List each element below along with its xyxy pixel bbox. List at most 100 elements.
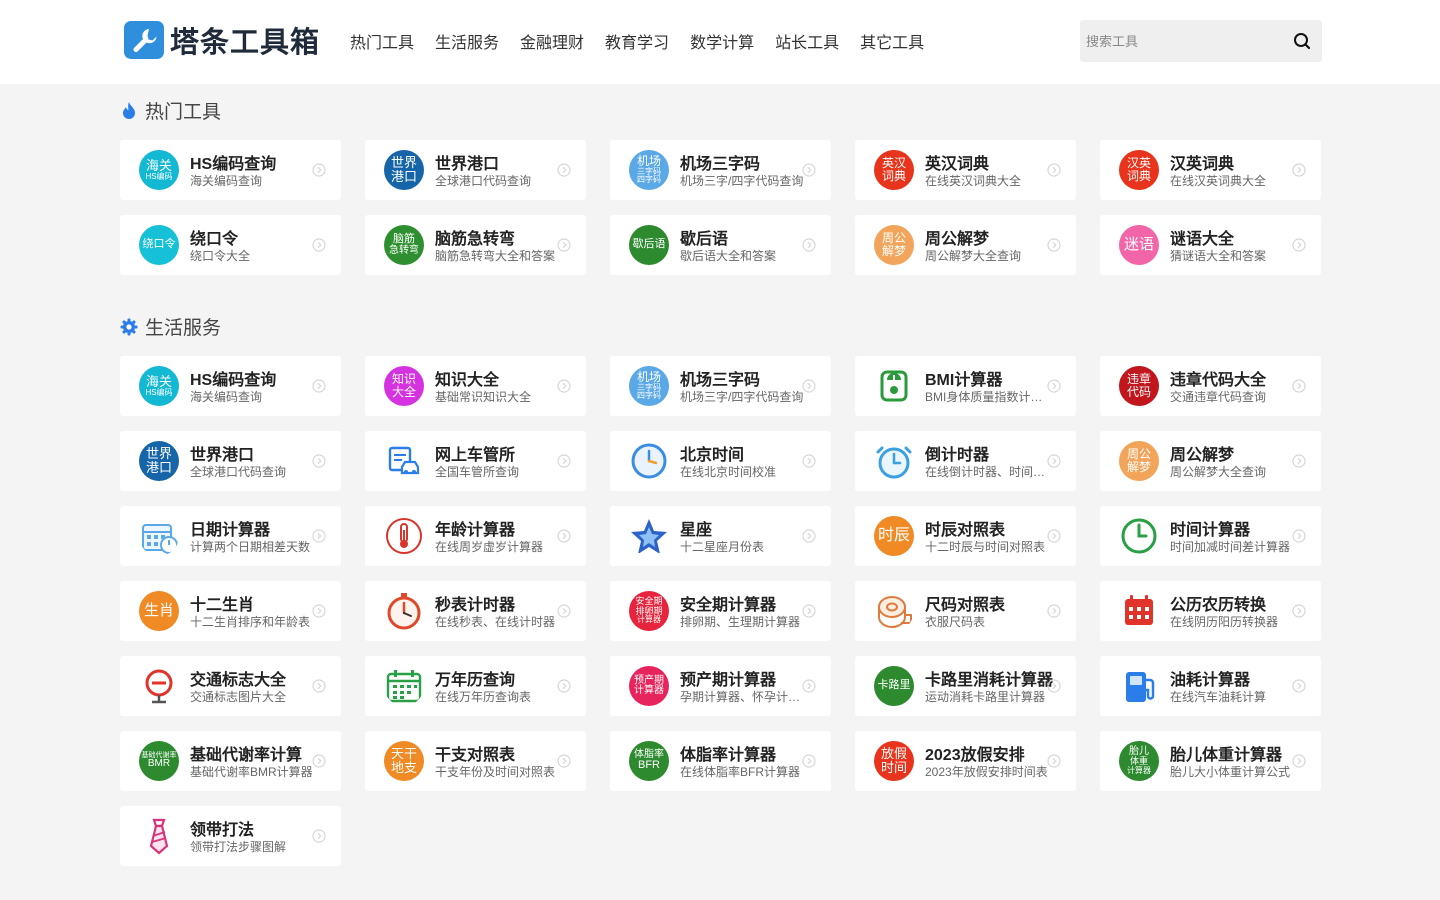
section-title-text: 热门工具 (145, 102, 222, 123)
nav-item-webmaster[interactable]: 站长工具 (775, 29, 839, 53)
tool-title: 油耗计算器 (1170, 672, 1251, 689)
tool-card[interactable]: 安全期 排卵期 计算器 安全期计算器 排卵期、生理期计算器 (610, 581, 831, 641)
tool-badge-icon: 违章 代码 (1119, 366, 1159, 406)
chevron-right-icon (557, 604, 571, 618)
site-logo[interactable]: 塔条工具箱 (124, 20, 320, 60)
tool-card[interactable]: 时辰 时辰对照表 十二时辰与时间对照表 (855, 506, 1076, 566)
tool-title: 领带打法 (190, 822, 255, 839)
badge-text: 解梦 (1126, 460, 1151, 474)
section-title-hot: 热门工具 (120, 97, 221, 124)
star-icon (629, 516, 669, 556)
tool-title: 机场三字码 (680, 372, 761, 389)
tool-title: 安全期计算器 (680, 597, 777, 614)
tool-card[interactable]: 北京时间 在线北京时间校准 (610, 431, 831, 491)
tool-card[interactable]: 放假 时间 2023放假安排 2023年放假安排时间表 (855, 731, 1076, 791)
chevron-right-icon (1047, 754, 1061, 768)
tool-badge-icon: 预产期 计算器 (629, 666, 669, 706)
tool-card[interactable]: 违章 代码 违章代码大全 交通违章代码查询 (1100, 356, 1321, 416)
tie-icon (139, 816, 179, 856)
tool-card[interactable]: 基础代谢率 BMR 基础代谢率计算 基础代谢率BMR计算器 (120, 731, 341, 791)
tool-description: 领带打法步骤图解 (190, 840, 287, 854)
tool-badge-icon: 绕口令 (139, 225, 179, 265)
tool-card[interactable]: 万年历查询 在线万年历查询表 (365, 656, 586, 716)
tool-card[interactable]: 时间计算器 时间加减时间差计算器 (1100, 506, 1321, 566)
tool-title: 卡路里消耗计算器 (925, 672, 1054, 689)
tool-card[interactable]: 生肖 十二生肖 十二生肖排序和年龄表 (120, 581, 341, 641)
nav-item-math[interactable]: 数学计算 (690, 29, 754, 53)
search-icon[interactable] (1292, 31, 1312, 51)
tool-card[interactable]: BMI计算器 BMI身体质量指数计算器 (855, 356, 1076, 416)
tool-badge-icon: 知识 大全 (384, 366, 424, 406)
gear-icon (120, 318, 138, 335)
tool-description: 交通标志图片大全 (190, 690, 287, 704)
thermometer-icon (384, 516, 424, 556)
tool-card[interactable]: 预产期 计算器 预产期计算器 孕期计算器、怀孕计算器 (610, 656, 831, 716)
tool-description: 干支年份及时间对照表 (435, 765, 556, 779)
tool-card[interactable]: 汉英 词典 汉英词典 在线汉英词典大全 (1100, 140, 1321, 200)
nav-item-life[interactable]: 生活服务 (435, 29, 499, 53)
badge-text: 海关 (145, 373, 172, 389)
tool-description: 机场三字/四字代码查询 (680, 390, 804, 404)
flame-icon (123, 101, 135, 119)
tool-description: 绕口令大全 (190, 249, 251, 263)
tool-card[interactable]: 歇后语 歇后语 歇后语大全和答案 (610, 215, 831, 275)
alarm-icon (874, 441, 914, 481)
tool-card[interactable]: 脑筋 急转弯 脑筋急转弯 脑筋急转弯大全和答案 (365, 215, 586, 275)
tool-card[interactable]: 胎儿 体重 计算器 胎儿体重计算器 胎儿大小体重计算公式 (1100, 731, 1321, 791)
badge-text: 港口 (145, 460, 172, 475)
badge-text: 地支 (390, 760, 417, 775)
search-input[interactable] (1080, 20, 1282, 62)
chevron-right-icon (1047, 379, 1061, 393)
chevron-right-icon (557, 379, 571, 393)
chevron-right-icon (802, 529, 816, 543)
tool-title: 体脂率计算器 (680, 747, 777, 764)
tool-description: 十二时辰与时间对照表 (925, 540, 1046, 554)
tool-card[interactable]: 世界 港口 世界港口 全球港口代码查询 (120, 431, 341, 491)
nav-item-finance[interactable]: 金融理财 (520, 29, 584, 53)
tool-card[interactable]: 倒计时器在线倒计时器、时间倒计时 (855, 431, 1076, 491)
tool-card[interactable]: 迷语 谜语大全 猜谜语大全和答案 (1100, 215, 1321, 275)
tool-card[interactable]: 周公 解梦 周公解梦 周公解梦大全查询 (855, 215, 1076, 275)
nav-item-education[interactable]: 教育学习 (605, 29, 669, 53)
nav-item-other[interactable]: 其它工具 (860, 29, 924, 53)
tool-description: 计算两个日期相差天数 (190, 540, 311, 554)
tool-card[interactable]: 世界 港口 世界港口 全球港口代码查询 (365, 140, 586, 200)
chevron-right-icon (1047, 163, 1061, 177)
badge-text: 计算器 (1127, 765, 1151, 775)
tool-card[interactable]: 绕口令 绕口令 绕口令大全 (120, 215, 341, 275)
chevron-right-icon (312, 163, 326, 177)
tool-card[interactable]: 机场 三字码 四字码 机场三字码 机场三字/四字代码查询 (610, 356, 831, 416)
tool-card[interactable]: 星座 十二星座月份表 (610, 506, 831, 566)
tool-title: 预产期计算器 (680, 672, 777, 689)
tool-card[interactable]: 网上车管所 全国车管所查询 (365, 431, 586, 491)
tool-card[interactable]: 海关 HS编码 HS编码查询 海关编码查询 (120, 356, 341, 416)
tool-card[interactable]: 尺码对照表 衣服尺码表 (855, 581, 1076, 641)
chevron-right-icon (312, 829, 326, 843)
tool-card[interactable]: 机场 三字码 四字码 机场三字码 机场三字/四字代码查询 (610, 140, 831, 200)
tool-card[interactable]: 交通标志大全 交通标志图片大全 (120, 656, 341, 716)
badge-text: 大全 (391, 385, 416, 399)
chevron-right-icon (1047, 238, 1061, 252)
tool-card[interactable]: 油耗计算器 在线汽车油耗计算 (1100, 656, 1321, 716)
tool-description: 在线倒计时器、时间倒计时 (925, 465, 1049, 479)
tool-card[interactable]: 日期计算器 计算两个日期相差天数 (120, 506, 341, 566)
tool-card[interactable]: 卡路里 卡路里消耗计算器 运动消耗卡路里计算器 (855, 656, 1076, 716)
tool-card[interactable]: 海关 HS编码 HS编码查询 海关编码查询 (120, 140, 341, 200)
nav-item-hot[interactable]: 热门工具 (350, 29, 414, 53)
tool-title: 日期计算器 (190, 522, 271, 539)
badge-text: 代码 (1126, 385, 1151, 399)
tool-card[interactable]: 体脂率 BFR 体脂率计算器 在线体脂率BFR计算器 (610, 731, 831, 791)
tool-description: 在线汽车油耗计算 (1170, 690, 1267, 704)
tool-card[interactable]: 年龄计算器 在线周岁虚岁计算器 (365, 506, 586, 566)
tool-card[interactable]: 知识 大全 知识大全 基础常识知识大全 (365, 356, 586, 416)
tool-card[interactable]: 英汉 词典 英汉词典 在线英汉词典大全 (855, 140, 1076, 200)
main-nav: 热门工具 生活服务 金融理财 教育学习 数学计算 站长工具 其它工具 (350, 29, 945, 53)
tool-card[interactable]: 天干 地支 干支对照表 干支年份及时间对照表 (365, 731, 586, 791)
tool-card[interactable]: 公历农历转换 在线阴历阳历转换器 (1100, 581, 1321, 641)
badge-text: 卡路里 (877, 679, 911, 692)
tool-card[interactable]: 周公 解梦 周公解梦 周公解梦大全查询 (1100, 431, 1321, 491)
tool-description: 基础代谢率BMR计算器 (190, 765, 313, 779)
tool-card[interactable]: 秒表计时器 在线秒表、在线计时器 (365, 581, 586, 641)
tool-description: 机场三字/四字代码查询 (680, 174, 804, 188)
tool-card[interactable]: 领带打法 领带打法步骤图解 (120, 806, 341, 866)
